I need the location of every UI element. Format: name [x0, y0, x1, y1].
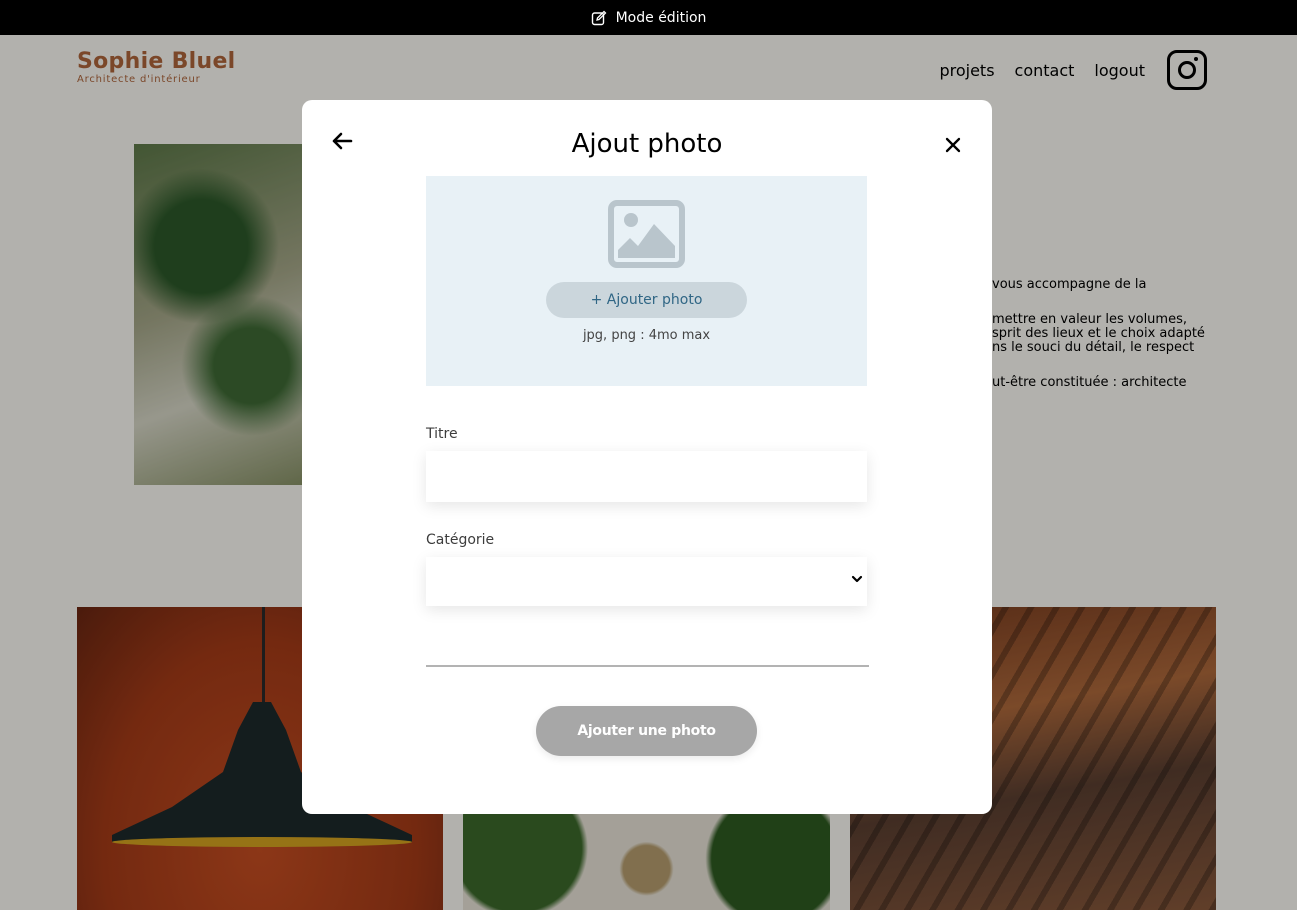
close-icon[interactable]: [942, 134, 964, 156]
upload-hint: jpg, png : 4mo max: [582, 328, 711, 343]
form-divider: [426, 665, 869, 667]
pen-square-icon: [591, 10, 607, 25]
category-select[interactable]: [426, 557, 867, 606]
image-icon: [608, 200, 685, 268]
edit-mode-label: Mode édition: [615, 9, 707, 26]
title-input[interactable]: [426, 451, 867, 502]
add-photo-upload-button[interactable]: + Ajouter photo: [546, 282, 747, 318]
photo-upload-zone[interactable]: + Ajouter photo jpg, png : 4mo max: [426, 176, 867, 386]
chevron-down-icon: [851, 575, 863, 583]
modal-title: Ajout photo: [571, 129, 723, 159]
title-label: Titre: [426, 426, 458, 442]
category-label: Catégorie: [426, 532, 495, 548]
submit-photo-button[interactable]: Ajouter une photo: [536, 706, 757, 756]
edit-mode-banner: Mode édition: [0, 0, 1297, 35]
add-photo-modal: Ajout photo + Ajouter photo jpg, png : 4…: [302, 100, 992, 814]
